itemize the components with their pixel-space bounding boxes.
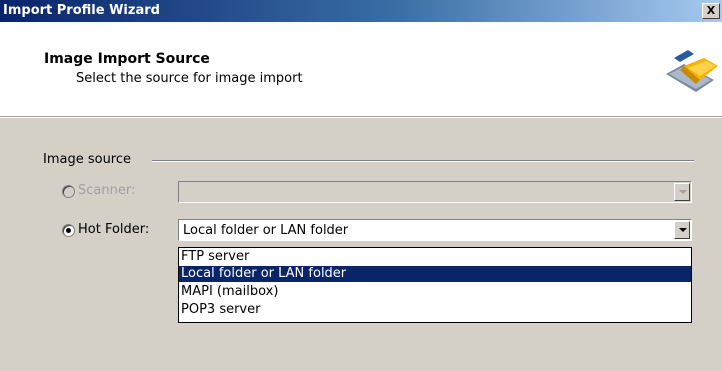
scanner-folder-icon (666, 50, 718, 92)
dropdown-option-pop3[interactable]: POP3 server (179, 302, 691, 318)
hot-folder-label: Hot Folder: (78, 222, 150, 237)
dropdown-option-mapi[interactable]: MAPI (mailbox) (179, 284, 691, 300)
window-title: Import Profile Wizard (3, 3, 160, 18)
page-title: Image Import Source (44, 51, 210, 67)
scanner-radio[interactable] (62, 185, 75, 198)
title-bar: Import Profile Wizard X (0, 0, 722, 22)
scanner-dropdown-button[interactable] (674, 183, 690, 201)
dropdown-option-ftp[interactable]: FTP server (179, 249, 691, 265)
hot-folder-dropdown-list: FTP server Local folder or LAN folder MA… (178, 247, 692, 323)
hot-folder-select[interactable]: Local folder or LAN folder (178, 219, 692, 241)
close-icon: X (706, 4, 716, 17)
dropdown-option-local-folder[interactable]: Local folder or LAN folder (179, 266, 691, 282)
hot-folder-select-value: Local folder or LAN folder (183, 223, 349, 238)
radio-selected-dot (66, 228, 71, 233)
page-subtitle: Select the source for image import (76, 71, 303, 86)
hot-folder-radio[interactable] (62, 224, 75, 237)
scanner-select[interactable] (178, 181, 692, 203)
close-button[interactable]: X (702, 3, 720, 19)
image-source-group-label: Image source (43, 152, 132, 167)
wizard-header: Image Import Source Select the source fo… (0, 22, 722, 117)
chevron-down-icon (679, 228, 687, 232)
scanner-label: Scanner: (78, 183, 136, 198)
hot-folder-dropdown-button[interactable] (674, 221, 690, 239)
wizard-body: Image source Scanner: Hot Folder: Local … (0, 117, 722, 371)
chevron-down-icon (679, 190, 687, 194)
group-divider (152, 160, 694, 162)
